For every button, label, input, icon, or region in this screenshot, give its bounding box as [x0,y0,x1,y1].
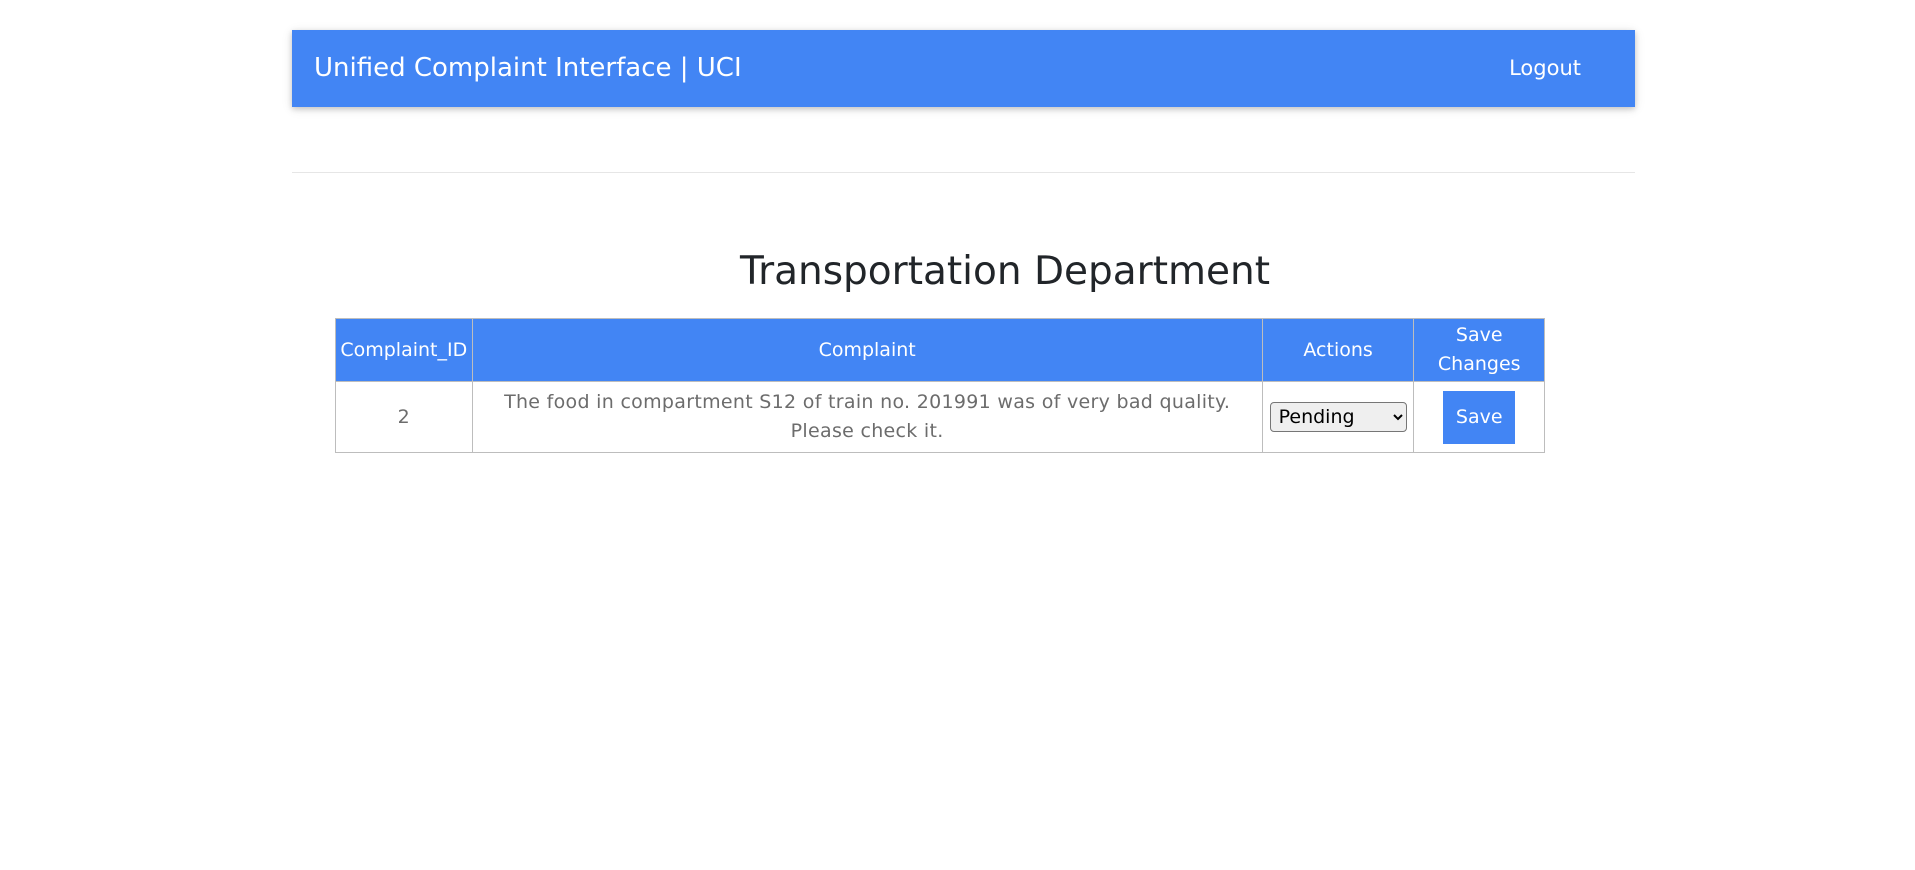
save-cell: Save [1413,381,1545,453]
brand-title[interactable]: Unified Complaint Interface | UCI [314,30,742,107]
header-save-changes: Save Changes [1413,318,1545,382]
page-title: Transportation Department [739,249,1270,294]
table-header-row: Complaint_ID Complaint Actions Save Chan… [335,318,1545,382]
header-actions: Actions [1261,318,1415,382]
complaint-text-cell: The food in compartment S12 of train no.… [471,381,1263,453]
header-complaint: Complaint [471,318,1263,382]
header-complaint-id: Complaint_ID [335,318,473,382]
complaint-id-cell: 2 [335,381,473,453]
navbar: Unified Complaint Interface | UCI Logout [292,30,1635,107]
complaints-table: Complaint_ID Complaint Actions Save Chan… [335,318,1545,453]
logout-link[interactable]: Logout [1509,30,1581,107]
save-button[interactable]: Save [1443,390,1516,444]
status-select[interactable]: Pending [1269,402,1407,432]
actions-cell: Pending [1261,381,1415,453]
divider [292,172,1635,173]
table-row: 2 The food in compartment S12 of train n… [335,381,1545,453]
